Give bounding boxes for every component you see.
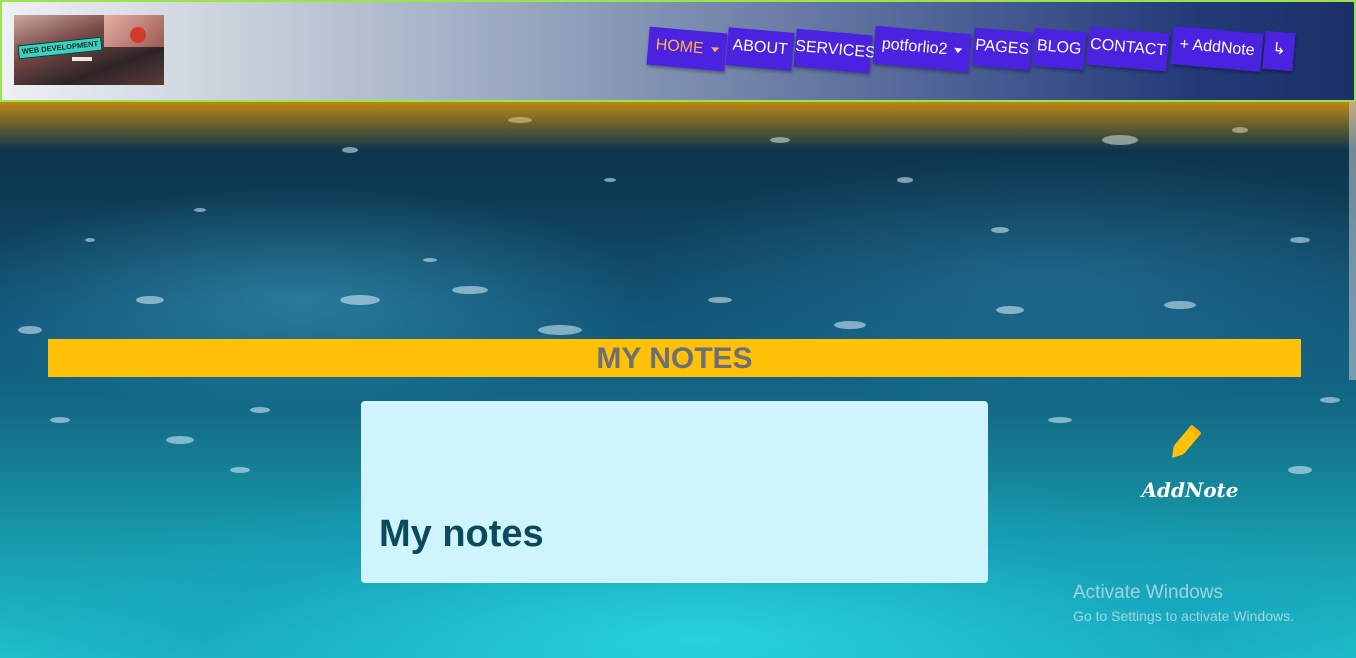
activate-subtitle: Go to Settings to activate Windows. [1073,608,1294,624]
amber-glow-band [0,100,1356,150]
nav-item-label: PAGES [974,36,1030,59]
logout-button[interactable]: ↳ [1262,30,1296,72]
nav-item-addnote[interactable]: + AddNote [1170,26,1264,72]
nav-item-portfolio2[interactable]: potforlio2 [872,25,972,73]
nav-item-contact[interactable]: CONTACT [1086,26,1170,72]
nav-item-label: + AddNote [1178,35,1256,60]
nav-item-pages[interactable]: PAGES [971,27,1033,71]
section-title-band: MY NOTES [48,339,1301,377]
nav-item-label: HOME [655,36,705,58]
activate-windows-watermark: Activate Windows Go to Settings to activ… [1073,582,1294,624]
nav-item-home[interactable]: HOME [646,26,728,72]
add-note-label: AddNote [1141,478,1239,502]
scrollbar[interactable] [1349,100,1356,380]
logout-arrow-icon: ↳ [1271,40,1287,59]
section-title: MY NOTES [596,342,753,375]
nav-item-about[interactable]: ABOUT [725,27,795,71]
pencil-icon [1172,425,1201,458]
nav-item-label: CONTACT [1089,35,1167,60]
nav-item-services[interactable]: SERVICES [793,28,876,74]
add-note-button[interactable]: AddNote [1140,420,1240,510]
chevron-down-icon [710,47,719,54]
nav-item-label: ABOUT [731,36,789,59]
card-title: My notes [379,513,544,555]
nav-item-label: SERVICES [794,37,877,62]
chevron-down-icon [954,48,963,54]
notes-card: My notes [361,401,988,583]
nav-item-blog[interactable]: BLOG [1031,27,1087,71]
nav-item-label: potforlio2 [881,35,949,59]
nav-item-label: BLOG [1036,37,1083,58]
activate-title: Activate Windows [1073,582,1223,603]
main-nav: HOME ABOUT SERVICES potforlio2 PAGES BLO… [0,0,1356,100]
